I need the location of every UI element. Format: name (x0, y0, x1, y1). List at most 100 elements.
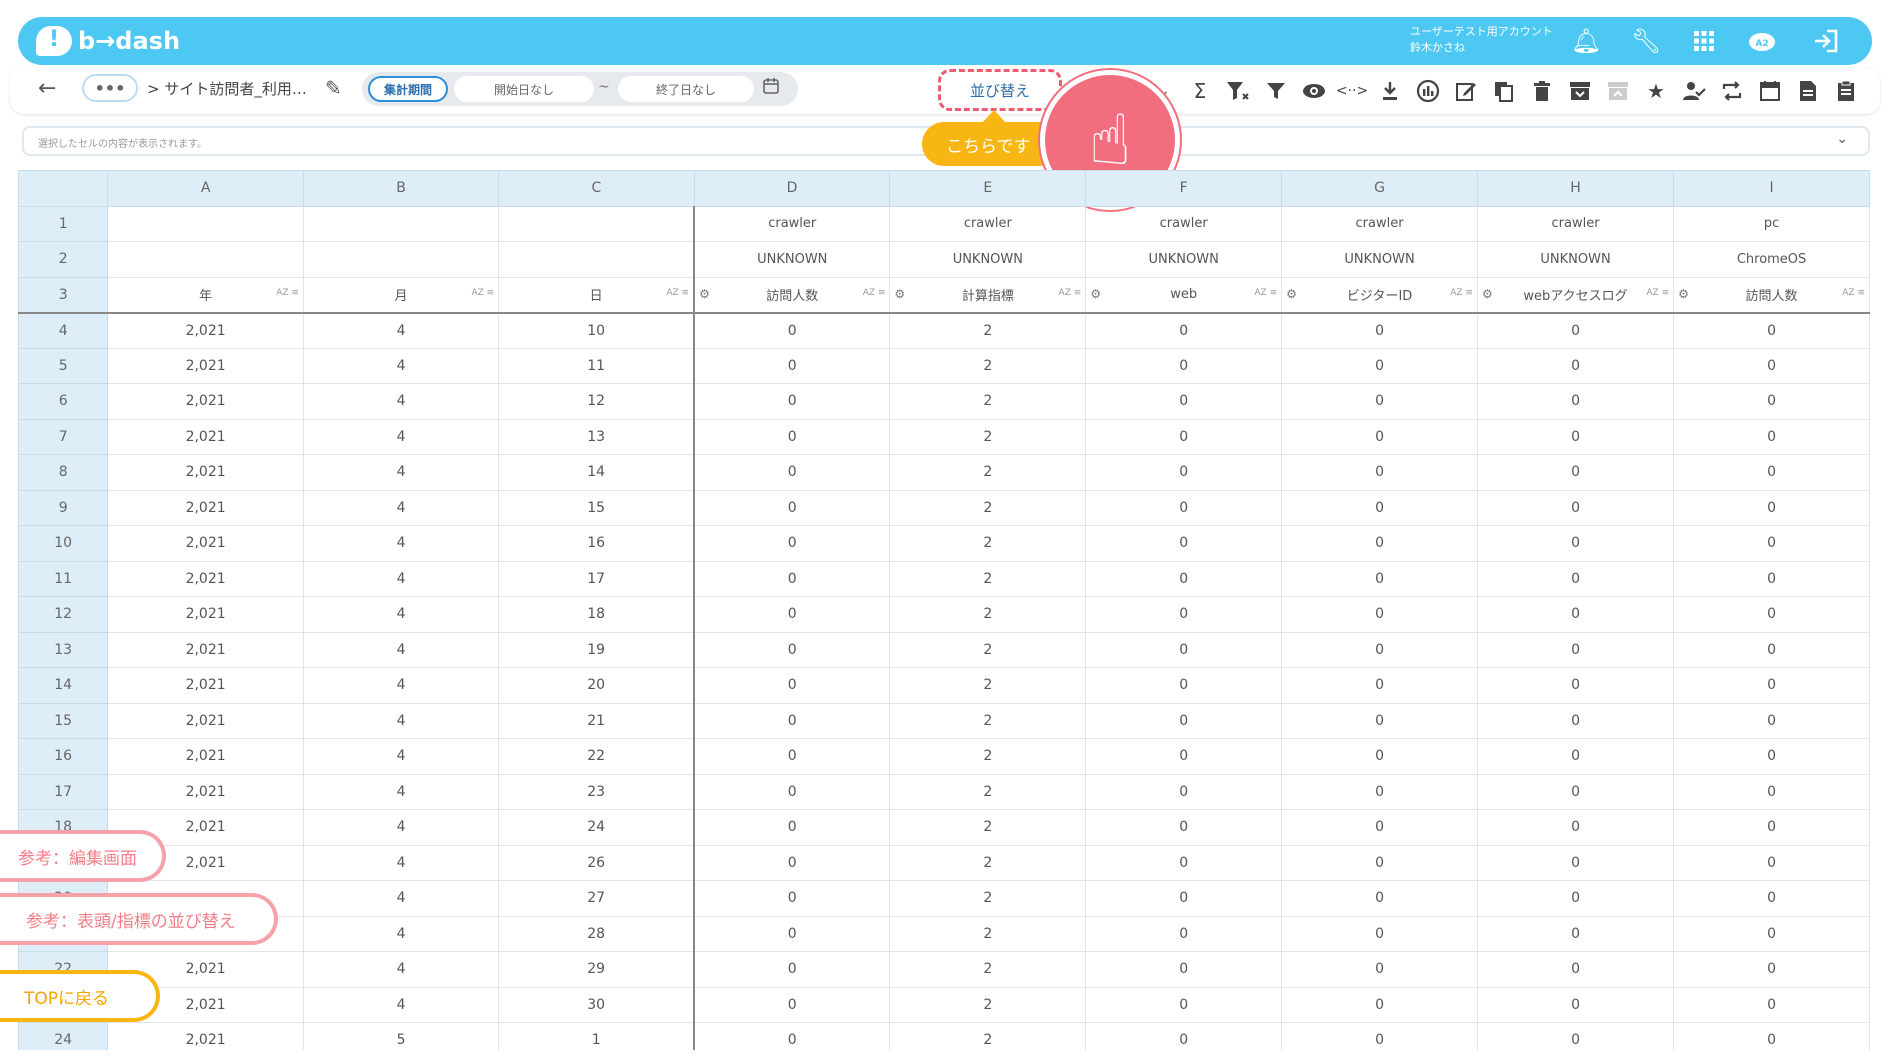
table-cell[interactable]: 0 (1673, 489, 1870, 526)
table-cell[interactable]: 0 (1476, 738, 1675, 775)
table-cell[interactable]: 0 (1281, 915, 1478, 952)
table-cell[interactable]: 0 (1476, 312, 1675, 349)
table-cell[interactable]: 2 (889, 312, 1087, 349)
table-cell[interactable]: 17 (498, 560, 696, 597)
table-cell[interactable]: 0 (693, 454, 891, 491)
clipboard-icon[interactable] (1832, 77, 1860, 105)
table-cell[interactable]: 0 (1476, 454, 1675, 491)
calendar-icon[interactable] (1756, 77, 1784, 105)
edit-screen-reference-button[interactable]: 参考：編集画面 (0, 830, 166, 882)
table-cell[interactable]: 2 (889, 1022, 1087, 1050)
table-cell[interactable]: 0 (1673, 667, 1870, 704)
header-cell[interactable]: 年 AZ ≡ (107, 276, 304, 314)
gear-icon[interactable]: ⚙ (699, 287, 710, 301)
sigma-icon[interactable]: Σ (1186, 77, 1214, 105)
table-cell[interactable]: 10 (498, 312, 696, 349)
table-cell[interactable]: 0 (1476, 773, 1675, 810)
sort-az-icon[interactable]: AZ (666, 288, 678, 298)
document-icon[interactable] (1794, 77, 1822, 105)
table-cell[interactable]: 0 (693, 915, 891, 952)
table-cell[interactable]: 2 (889, 738, 1087, 775)
table-cell[interactable]: 0 (1476, 951, 1675, 988)
table-cell[interactable]: 0 (1476, 596, 1675, 633)
table-cell[interactable]: 29 (498, 951, 696, 988)
sort-az-icon[interactable]: AZ (1842, 288, 1854, 298)
table-cell[interactable]: 0 (693, 844, 891, 881)
table-cell[interactable]: 0 (693, 809, 891, 846)
table-cell[interactable]: 2 (889, 596, 1087, 633)
table-cell[interactable]: 4 (302, 951, 500, 988)
table-cell[interactable]: 2 (889, 773, 1087, 810)
header-cell[interactable]: crawler (889, 205, 1087, 242)
gear-icon[interactable]: ⚙ (1678, 287, 1689, 301)
table-cell[interactable]: 2 (889, 418, 1087, 455)
table-cell[interactable]: 23 (498, 773, 696, 810)
table-cell[interactable]: 0 (1673, 596, 1870, 633)
table-cell[interactable]: 0 (1085, 631, 1283, 668)
table-cell[interactable]: 0 (1281, 880, 1478, 917)
table-cell[interactable]: 0 (1476, 844, 1675, 881)
table-cell[interactable]: 2,021 (107, 560, 304, 597)
header-cell[interactable] (302, 241, 500, 278)
table-cell[interactable]: 1 (498, 1022, 696, 1050)
gear-icon[interactable]: ⚙ (894, 287, 905, 301)
table-cell[interactable]: 0 (693, 489, 891, 526)
table-cell[interactable]: 4 (302, 489, 500, 526)
sort-az-icon[interactable]: AZ (863, 288, 875, 298)
table-cell[interactable]: 2,021 (107, 489, 304, 526)
table-cell[interactable]: 0 (1281, 809, 1478, 846)
sort-reference-button[interactable]: 参考：表頭/指標の並び替え (0, 893, 278, 945)
table-cell[interactable]: 0 (1281, 738, 1478, 775)
chart-icon[interactable] (1414, 77, 1442, 105)
table-cell[interactable]: 2 (889, 915, 1087, 952)
row-number[interactable]: 5 (18, 347, 109, 384)
table-cell[interactable]: 0 (693, 418, 891, 455)
breadcrumb[interactable]: > サイト訪問者_利用… (147, 78, 307, 99)
sort-filter-icon[interactable]: AZ ≡ (471, 288, 494, 298)
table-cell[interactable]: 2 (889, 454, 1087, 491)
header-cell[interactable]: crawler (1281, 205, 1478, 242)
table-cell[interactable]: 0 (1085, 702, 1283, 739)
code-icon[interactable]: <··> (1336, 77, 1368, 105)
table-cell[interactable]: 0 (693, 667, 891, 704)
archive-icon[interactable] (1566, 77, 1594, 105)
table-cell[interactable]: 28 (498, 915, 696, 952)
table-cell[interactable]: 2 (889, 951, 1087, 988)
row-number[interactable]: 3 (18, 276, 109, 314)
table-cell[interactable]: 26 (498, 844, 696, 881)
table-cell[interactable]: 30 (498, 986, 696, 1023)
wrench-icon[interactable]: 🔧︎ (1630, 25, 1662, 57)
edit-icon[interactable] (1452, 77, 1480, 105)
table-cell[interactable]: 2,021 (107, 454, 304, 491)
table-cell[interactable]: 0 (1085, 347, 1283, 384)
more-button[interactable]: ••• (82, 74, 138, 102)
table-cell[interactable]: 2 (889, 809, 1087, 846)
table-cell[interactable]: 0 (1476, 489, 1675, 526)
table-cell[interactable]: 0 (1085, 773, 1283, 810)
table-cell[interactable]: 0 (693, 312, 891, 349)
row-number[interactable]: 8 (18, 454, 109, 491)
start-date-field[interactable]: 開始日なし (454, 76, 594, 102)
table-cell[interactable]: 0 (1281, 951, 1478, 988)
bell-icon[interactable]: 🔔︎ (1570, 25, 1602, 57)
column-header[interactable]: G (1281, 170, 1478, 207)
table-cell[interactable]: 0 (693, 702, 891, 739)
table-cell[interactable]: 2 (889, 631, 1087, 668)
row-number[interactable]: 7 (18, 418, 109, 455)
header-cell[interactable]: UNKNOWN (1281, 241, 1478, 278)
table-cell[interactable]: 12 (498, 383, 696, 420)
row-number[interactable]: 17 (18, 773, 109, 810)
table-cell[interactable]: 0 (1673, 986, 1870, 1023)
table-cell[interactable]: 0 (693, 596, 891, 633)
sort-az-icon[interactable]: AZ (471, 288, 483, 298)
table-cell[interactable]: 0 (1281, 702, 1478, 739)
table-cell[interactable]: 2,021 (107, 525, 304, 562)
table-cell[interactable]: 0 (1476, 809, 1675, 846)
table-cell[interactable]: 0 (1281, 667, 1478, 704)
header-cell[interactable]: 計算指標 ⚙ AZ ≡ (889, 276, 1087, 314)
table-cell[interactable]: 0 (1085, 844, 1283, 881)
table-cell[interactable]: 0 (693, 631, 891, 668)
sort-filter-icon[interactable]: AZ ≡ (276, 288, 299, 298)
table-cell[interactable]: 0 (693, 738, 891, 775)
table-cell[interactable]: 27 (498, 880, 696, 917)
